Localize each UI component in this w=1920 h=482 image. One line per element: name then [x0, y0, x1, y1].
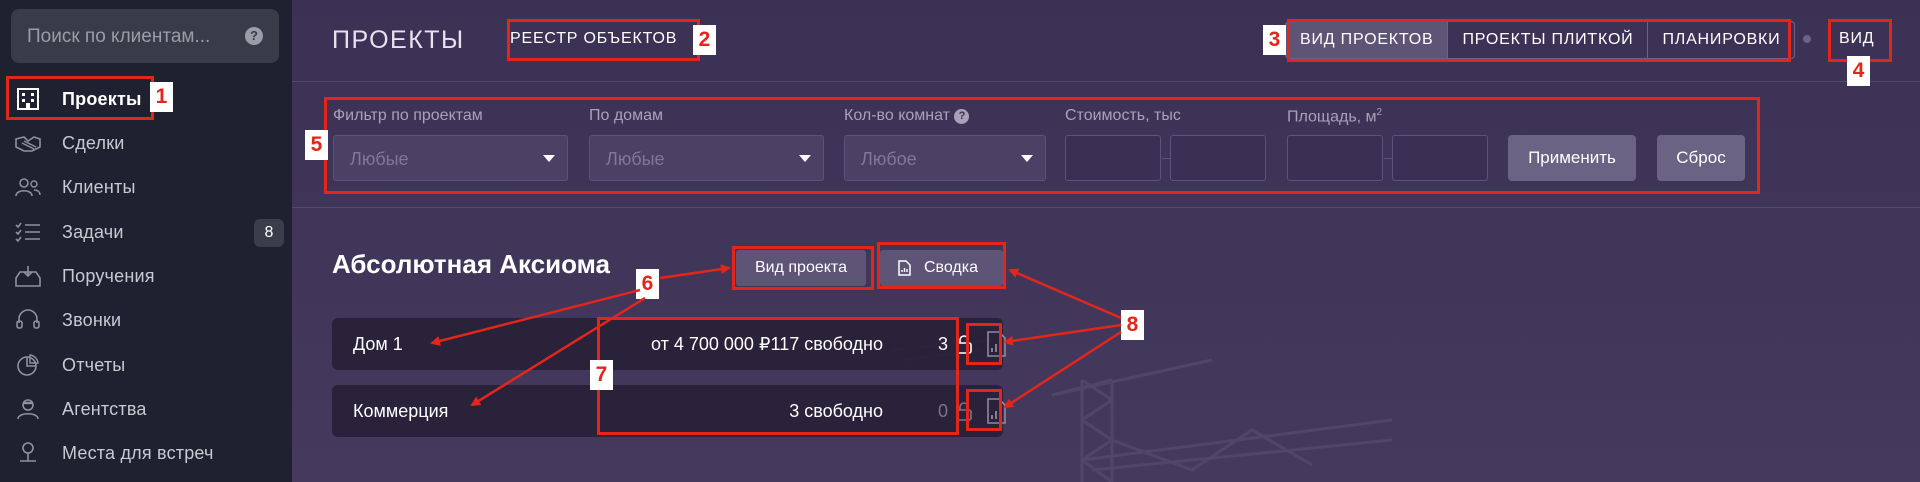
- annotation-label-2: 2: [693, 25, 716, 55]
- annotation-box-8a: [966, 323, 1002, 365]
- separator-dot: [1803, 35, 1811, 43]
- sidebar-item-agencies[interactable]: Агентства: [0, 389, 292, 429]
- house-name: Коммерция: [353, 401, 449, 421]
- annotation-box-8b: [966, 389, 1002, 431]
- client-search-input[interactable]: Поиск по клиентам... ?: [11, 9, 279, 63]
- handshake-icon: [15, 136, 41, 152]
- headset-icon: [16, 309, 40, 329]
- project-name: Абсолютная Аксиома: [332, 249, 610, 279]
- sidebar: Поиск по клиентам... ? Проекты Сделки Кл…: [0, 0, 292, 482]
- agent-icon: [17, 399, 39, 420]
- tray-icon: [15, 266, 41, 287]
- sidebar-item-assignments[interactable]: Поручения: [0, 256, 292, 296]
- annotation-label-7: 7: [590, 360, 613, 390]
- sidebar-item-label: Клиенты: [62, 177, 136, 197]
- users-icon: [15, 178, 41, 197]
- pie-chart-icon: [17, 354, 39, 376]
- annotation-box-6b: [877, 242, 1006, 289]
- sidebar-item-calls[interactable]: Звонки: [0, 300, 292, 340]
- annotation-box-1: [6, 76, 154, 120]
- sidebar-item-deals[interactable]: Сделки: [0, 123, 292, 163]
- search-placeholder: Поиск по клиентам...: [27, 26, 211, 47]
- annotation-label-8: 8: [1121, 310, 1144, 340]
- annotation-box-6a: [732, 246, 874, 290]
- annotation-label-4: 4: [1847, 56, 1870, 86]
- sidebar-item-label: Сделки: [62, 133, 125, 153]
- annotation-label-6: 6: [636, 269, 659, 299]
- annotation-box-7: [597, 317, 959, 435]
- annotation-label-3: 3: [1263, 25, 1286, 55]
- main-content: ПРОЕКТЫ РЕЕСТР ОБЪЕКТОВ ВИД ПРОЕКТОВ ПРО…: [292, 0, 1920, 482]
- checklist-icon: [15, 222, 40, 243]
- sidebar-item-meeting-places[interactable]: Места для встреч: [0, 433, 292, 473]
- sidebar-item-clients[interactable]: Клиенты: [0, 167, 292, 207]
- annotation-box-3: [1287, 19, 1791, 62]
- sidebar-item-tasks[interactable]: Задачи 8: [0, 212, 292, 252]
- page-title: ПРОЕКТЫ: [332, 26, 465, 54]
- sidebar-item-label: Задачи: [62, 222, 124, 242]
- sidebar-item-label: Отчеты: [62, 355, 126, 375]
- house-name: Дом 1: [353, 334, 403, 354]
- tasks-count-badge: 8: [254, 219, 284, 247]
- map-pin-icon: [20, 442, 36, 462]
- help-icon[interactable]: ?: [245, 27, 263, 45]
- annotation-label-1: 1: [150, 82, 173, 112]
- sidebar-item-label: Поручения: [62, 266, 155, 286]
- annotation-label-5: 5: [305, 130, 328, 160]
- annotation-box-5: [324, 97, 1760, 194]
- sidebar-item-label: Места для встреч: [62, 443, 214, 463]
- sidebar-item-label: Звонки: [62, 310, 122, 330]
- annotation-box-2: [507, 19, 700, 61]
- sidebar-item-label: Агентства: [62, 399, 147, 419]
- sidebar-item-reports[interactable]: Отчеты: [0, 345, 292, 385]
